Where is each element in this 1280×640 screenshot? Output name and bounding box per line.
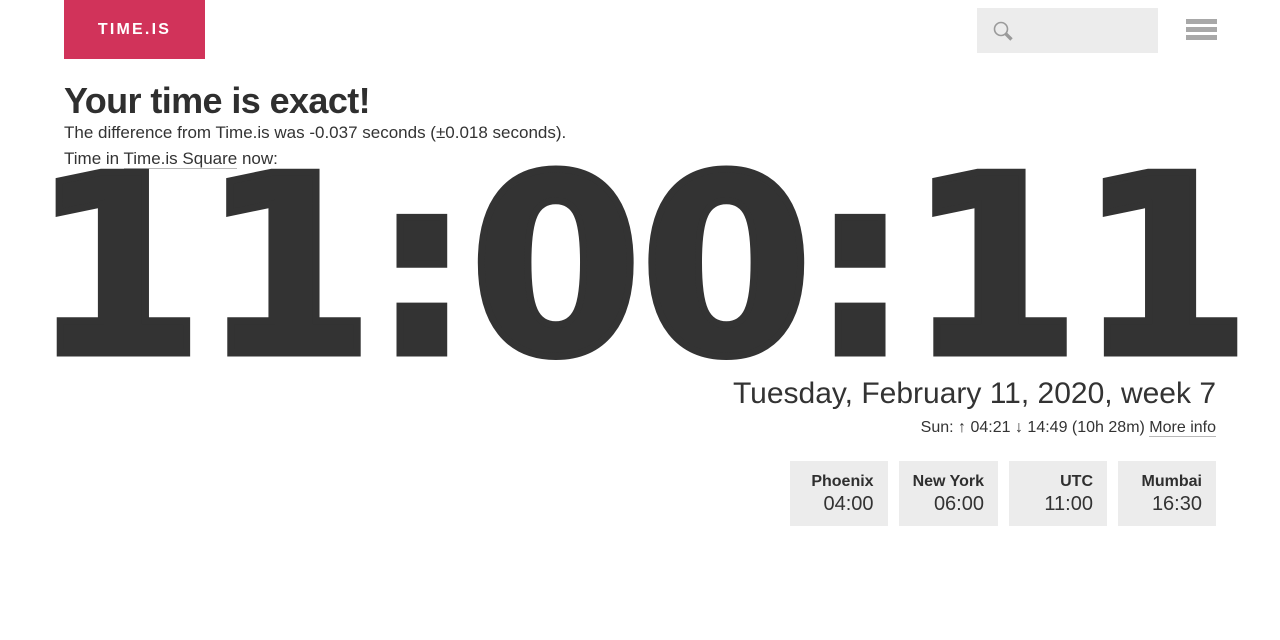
site-header: TIME.IS [0,0,1280,60]
site-logo-text: TIME.IS [97,20,172,38]
day-length: (10h 28m) [1071,419,1145,436]
city-clock-new-york[interactable]: New York 06:00 [898,461,998,526]
page-title: Your time is exact! [64,80,371,121]
sunset-arrow-icon: ↓ [1014,419,1023,436]
sunrise-time: 04:21 [970,419,1011,436]
city-name: UTC [1060,472,1093,490]
city-time: 11:00 [1044,492,1093,515]
site-logo[interactable]: TIME.IS [64,0,205,59]
sun-info-line: Sun: ↑ 04:21 ↓ 14:49 (10h 28m) More info [921,417,1216,438]
sunset-time: 14:49 [1027,419,1068,436]
search-icon [991,19,1015,43]
city-name: New York [912,472,984,490]
city-time: 16:30 [1151,492,1202,515]
menu-bar-bottom [1186,35,1217,40]
more-info-link[interactable]: More info [1149,419,1216,437]
menu-bar-top [1186,19,1217,24]
city-name: Phoenix [811,472,874,490]
city-clock-mumbai[interactable]: Mumbai 16:30 [1118,461,1216,526]
search-input[interactable] [1021,22,1151,39]
sun-label: Sun: [920,419,954,436]
city-time: 06:00 [933,492,984,515]
city-clock-row: Phoenix 04:00 New York 06:00 UTC 11:00 M… [789,461,1216,526]
city-clock-phoenix[interactable]: Phoenix 04:00 [789,461,888,526]
menu-bar-middle [1186,27,1217,32]
search-box[interactable] [977,8,1158,53]
time-is-page: TIME.IS Your time is exact! The differen… [0,0,1280,640]
city-name: Mumbai [1141,472,1202,490]
city-clock-utc[interactable]: UTC 11:00 [1009,461,1107,526]
date-line: Tuesday, February 11, 2020, week 7 [732,377,1216,410]
city-time: 04:00 [823,492,874,515]
big-clock: 11:00:11 [28,124,1255,412]
hamburger-menu-icon[interactable] [1186,14,1218,46]
sunrise-arrow-icon: ↑ [958,419,967,436]
